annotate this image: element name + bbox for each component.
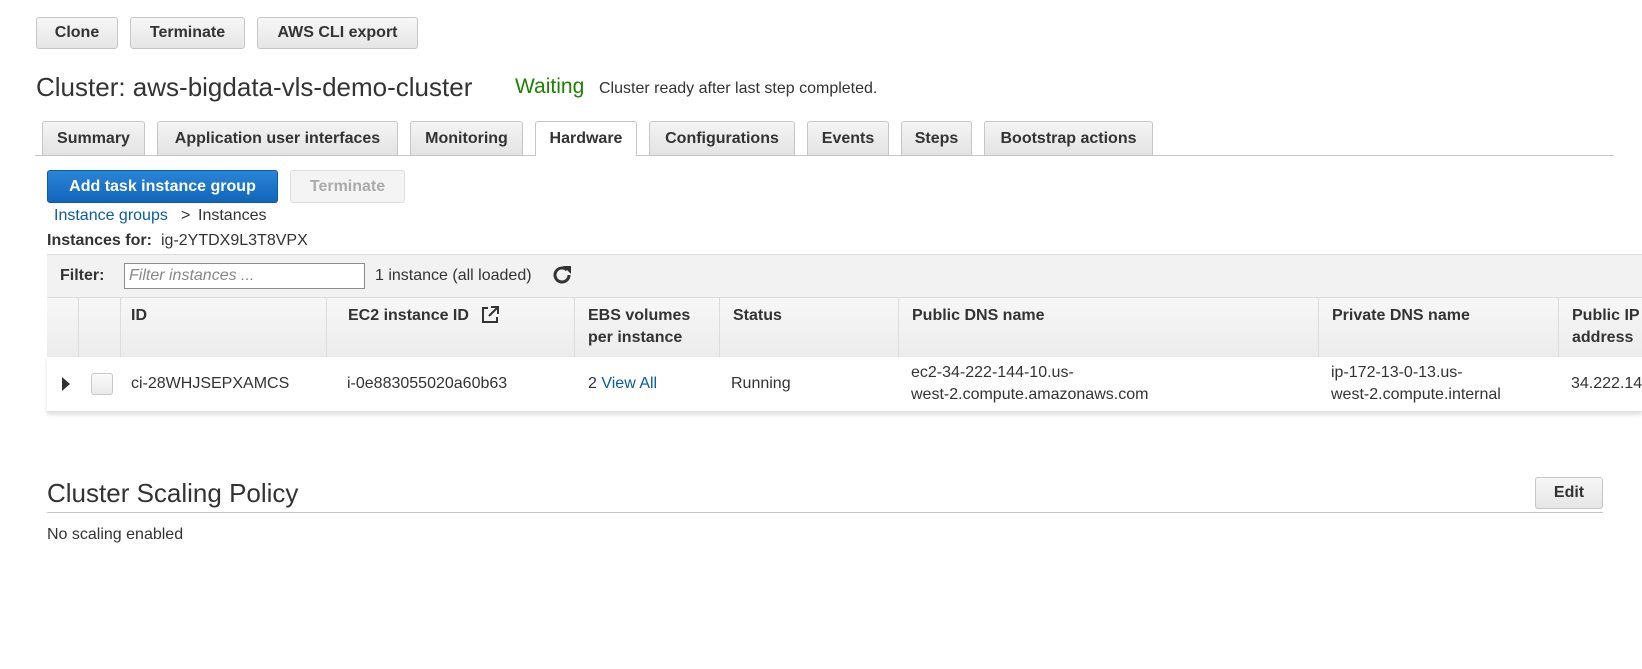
filter-instances-input[interactable] [124, 263, 365, 289]
edit-scaling-button[interactable]: Edit [1535, 477, 1603, 509]
tab-hardware[interactable]: Hardware [535, 121, 637, 156]
tab-configurations[interactable]: Configurations [649, 121, 795, 155]
cell-id: ci-28WHJSEPXAMCS [131, 375, 290, 392]
cluster-status-message: Cluster ready after last step completed. [599, 80, 878, 97]
scaling-divider [47, 512, 1603, 513]
instance-count: 1 instance (all loaded) [375, 267, 532, 284]
row-checkbox[interactable] [91, 373, 113, 395]
filter-label: Filter: [60, 267, 105, 284]
column-header-public-ip[interactable]: Public IP address [1572, 305, 1640, 349]
tab-summary[interactable]: Summary [42, 121, 145, 155]
aws-cli-export-button[interactable]: AWS CLI export [257, 17, 418, 49]
instances-for-value: ig-2YTDX9L3T8VPX [161, 232, 308, 249]
column-header-public-dns[interactable]: Public DNS name [912, 305, 1044, 327]
terminate-instance-group-button[interactable]: Terminate [290, 170, 405, 203]
expand-caret-icon[interactable] [61, 377, 71, 391]
cell-status: Running [731, 375, 791, 392]
cluster-title: Cluster: aws-bigdata-vls-demo-cluster [36, 72, 473, 102]
cell-public-ip: 34.222.144.10 [1571, 375, 1642, 392]
tab-bootstrap-actions[interactable]: Bootstrap actions [984, 121, 1153, 155]
clone-button[interactable]: Clone [36, 17, 118, 49]
scaling-policy-title: Cluster Scaling Policy [47, 478, 299, 508]
cell-private-dns: ip-172-13-0-13.us-west-2.compute.interna… [1331, 364, 1501, 403]
tab-divider [35, 155, 1614, 156]
ebs-view-all-link[interactable]: View All [601, 375, 657, 392]
instances-for-label: Instances for: [47, 232, 152, 249]
breadcrumb-separator: > [181, 207, 191, 224]
external-link-icon [480, 305, 500, 325]
cluster-status: Waiting [515, 75, 585, 98]
column-header-ec2-instance-id[interactable]: EC2 instance ID [348, 305, 469, 327]
tab-application-user-interfaces[interactable]: Application user interfaces [157, 121, 398, 155]
cell-public-dns: ec2-34-222-144-10.us-west-2.compute.amaz… [911, 364, 1149, 403]
refresh-icon[interactable] [550, 263, 574, 287]
column-header-id[interactable]: ID [131, 305, 147, 327]
cell-ec2-instance-id-link[interactable]: i-0e883055020a60b63 [347, 373, 507, 395]
tab-steps[interactable]: Steps [901, 121, 972, 155]
breadcrumb-instance-groups[interactable]: Instance groups [54, 207, 168, 225]
scaling-status-text: No scaling enabled [47, 526, 184, 543]
column-header-status[interactable]: Status [733, 305, 782, 327]
terminate-cluster-button[interactable]: Terminate [130, 17, 245, 49]
tab-events[interactable]: Events [807, 121, 889, 155]
cell-ebs-volumes: 2 View All [588, 373, 657, 395]
ebs-count: 2 [588, 375, 597, 392]
tab-monitoring[interactable]: Monitoring [410, 121, 523, 155]
breadcrumb-instances: Instances [198, 207, 267, 224]
add-task-instance-group-button[interactable]: Add task instance group [47, 170, 278, 203]
column-header-private-dns[interactable]: Private DNS name [1332, 305, 1470, 327]
column-header-ebs-volumes[interactable]: EBS volumes per instance [588, 305, 690, 349]
